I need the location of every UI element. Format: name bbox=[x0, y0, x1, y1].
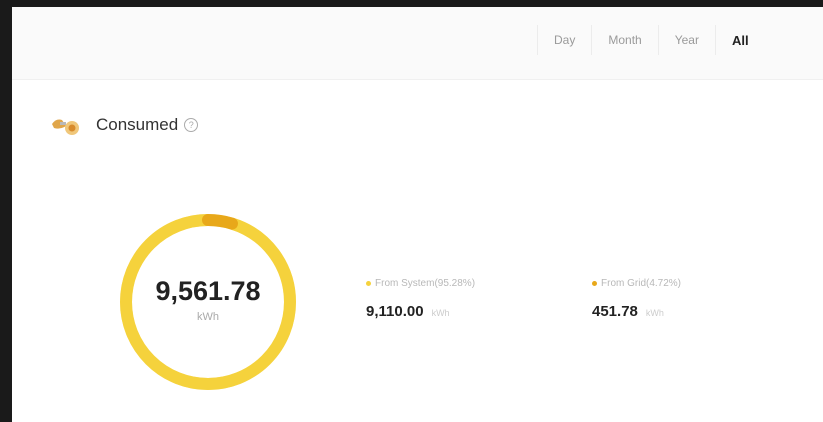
top-border bbox=[0, 0, 823, 7]
left-border bbox=[0, 0, 12, 422]
tab-all[interactable]: All bbox=[714, 25, 779, 55]
stat-value: 451.78 bbox=[592, 303, 638, 320]
section-title: Consumed bbox=[96, 115, 179, 134]
stat-value-wrap: 451.78 kWh bbox=[592, 303, 681, 320]
total-consumed-unit: kWh bbox=[197, 310, 219, 323]
stat-unit: kWh bbox=[645, 308, 664, 318]
tab-month[interactable]: Month bbox=[591, 25, 657, 55]
stat-unit: kWh bbox=[431, 308, 450, 318]
system-dot bbox=[366, 281, 371, 286]
period-tabs: Day Month Year All bbox=[537, 25, 779, 55]
info-circle-icon[interactable]: ? bbox=[184, 118, 199, 132]
consumption-panel: Day Month Year All Consumed ? 9,561.78 k… bbox=[0, 0, 823, 422]
section-header: Consumed ? bbox=[50, 112, 199, 138]
tab-day[interactable]: Day bbox=[537, 25, 591, 55]
stat-value: 9,110.00 bbox=[366, 303, 424, 320]
ring-center: 9,561.78 kWh bbox=[118, 212, 298, 392]
stat-label: From Grid(4.72%) bbox=[601, 278, 682, 289]
stat-label: From System(95.28%) bbox=[375, 278, 476, 289]
stat-value-wrap: 9,110.00 kWh bbox=[366, 303, 475, 320]
stat-from-system: From System(95.28%) 9,110.00 kWh bbox=[366, 278, 475, 320]
house-plug-icon bbox=[50, 112, 86, 138]
stat-from-grid: From Grid(4.72%) 451.78 kWh bbox=[592, 278, 681, 320]
grid-dot bbox=[592, 281, 597, 286]
consumption-ring: 9,561.78 kWh bbox=[118, 212, 298, 392]
stat-label-wrap: From System(95.28%) bbox=[366, 278, 475, 289]
stat-label-wrap: From Grid(4.72%) bbox=[592, 278, 681, 289]
total-consumed-value: 9,561.78 bbox=[155, 275, 261, 306]
toolbar: Day Month Year All bbox=[12, 7, 823, 80]
tab-year[interactable]: Year bbox=[657, 25, 715, 55]
